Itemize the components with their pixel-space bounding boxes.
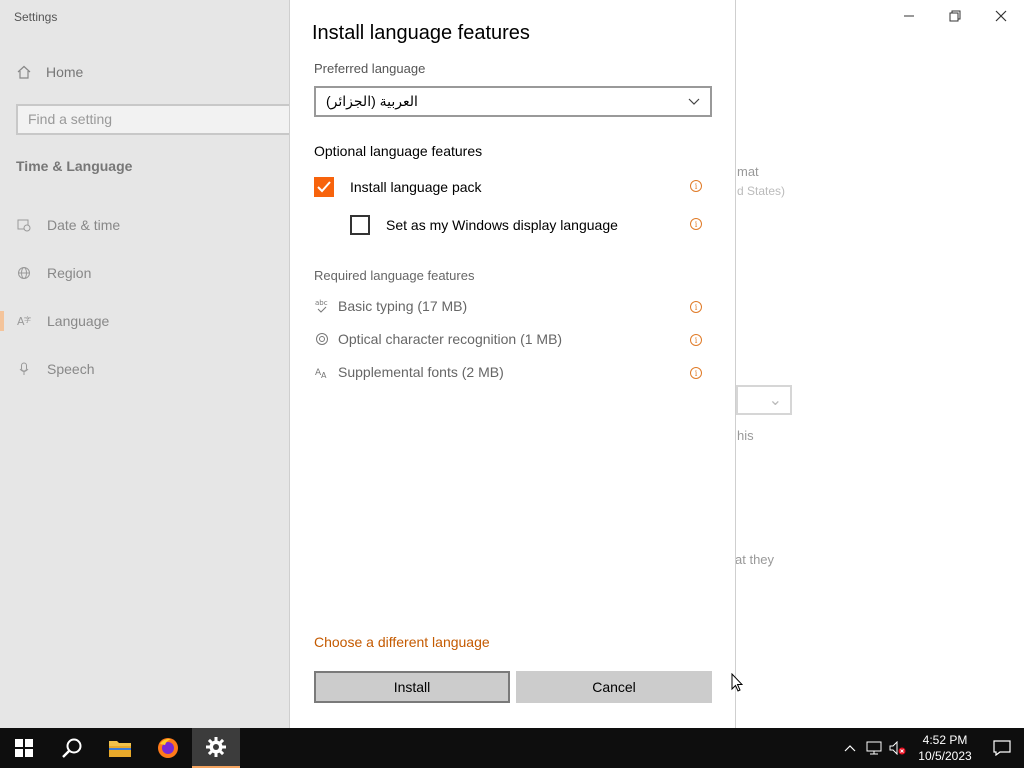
nav-home[interactable]: Home xyxy=(16,64,83,80)
app-title: Settings xyxy=(14,10,58,24)
mouse-cursor-icon xyxy=(731,673,743,692)
sidebar-item-label: Speech xyxy=(47,361,95,377)
nav-home-label: Home xyxy=(46,64,84,80)
bg-atthey-fragment: at they xyxy=(735,552,775,567)
required-item-label: Optical character recognition (1 MB) xyxy=(338,331,563,347)
display-language-label: Set as my Windows display language xyxy=(386,217,618,233)
bg-dropdown: ⌄ xyxy=(736,385,792,415)
checkbox-checked[interactable] xyxy=(314,177,334,197)
sidebar-item-date-time[interactable]: Date & time xyxy=(0,205,289,245)
required-item-basic-typing: abc Basic typing (17 MB) xyxy=(314,298,467,314)
search-icon xyxy=(62,738,82,758)
settings-sidebar: Settings Home Find a setting Time & Lang… xyxy=(0,0,306,728)
svg-text:abc: abc xyxy=(315,299,328,307)
dialog-title: Install language features xyxy=(312,22,530,44)
globe-icon xyxy=(16,266,32,280)
show-hidden-icons-button[interactable] xyxy=(838,728,862,768)
install-language-pack-checkbox[interactable]: Install language pack xyxy=(314,177,482,197)
minimize-button[interactable] xyxy=(886,0,932,32)
checkmark-icon xyxy=(317,181,331,193)
close-button[interactable] xyxy=(978,0,1024,32)
chevron-down-icon: ⌄ xyxy=(768,392,782,409)
sidebar-item-label: Date & time xyxy=(47,217,121,233)
taskbar: 4:52 PM 10/5/2023 xyxy=(0,728,1024,768)
windows-logo-icon xyxy=(15,739,33,757)
required-item-label: Supplemental fonts (2 MB) xyxy=(338,364,504,380)
calendar-clock-icon xyxy=(16,218,32,232)
bg-this-fragment: his xyxy=(737,428,754,443)
bg-format-fragment: mat xyxy=(737,164,759,179)
cancel-button[interactable]: Cancel xyxy=(516,671,712,703)
info-icon[interactable]: i xyxy=(690,180,702,192)
firefox-icon xyxy=(158,738,178,758)
typing-icon: abc xyxy=(314,298,330,314)
search-input[interactable]: Find a setting xyxy=(16,104,306,135)
taskbar-clock[interactable]: 4:52 PM 10/5/2023 xyxy=(910,732,980,764)
volume-muted-icon xyxy=(889,741,906,755)
sidebar-item-speech[interactable]: Speech xyxy=(0,349,289,389)
install-language-dialog: Install language features Preferred lang… xyxy=(289,0,743,728)
chevron-up-icon xyxy=(844,745,856,752)
svg-text:A: A xyxy=(321,371,327,379)
clock-date: 10/5/2023 xyxy=(918,749,972,763)
required-features-label: Required language features xyxy=(314,268,475,283)
gear-icon xyxy=(206,737,226,757)
start-button[interactable] xyxy=(0,728,48,768)
clock-time: 4:52 PM xyxy=(922,733,968,747)
restore-button[interactable] xyxy=(932,0,978,32)
microphone-icon xyxy=(16,362,32,376)
info-icon[interactable]: i xyxy=(690,218,702,230)
sidebar-item-label: Language xyxy=(47,313,110,329)
checkbox-unchecked[interactable] xyxy=(350,215,370,235)
required-item-ocr: Optical character recognition (1 MB) xyxy=(314,331,562,347)
info-icon[interactable]: i xyxy=(690,301,702,313)
system-tray: 4:52 PM 10/5/2023 xyxy=(838,728,1024,768)
sidebar-item-region[interactable]: Region xyxy=(0,253,289,293)
network-icon xyxy=(866,741,882,755)
bg-region-fragment: d States) xyxy=(737,184,786,198)
restore-icon xyxy=(949,10,961,22)
home-icon xyxy=(16,64,32,80)
folder-icon xyxy=(109,741,131,757)
optional-features-label: Optional language features xyxy=(314,143,483,159)
install-button[interactable]: Install xyxy=(314,671,510,703)
network-button[interactable] xyxy=(862,728,886,768)
info-icon[interactable]: i xyxy=(690,334,702,346)
minimize-icon xyxy=(904,15,914,17)
required-item-fonts: AA Supplemental fonts (2 MB) xyxy=(314,364,504,380)
search-placeholder: Find a setting xyxy=(28,111,113,127)
display-language-checkbox[interactable]: Set as my Windows display language xyxy=(350,215,618,235)
search-button[interactable] xyxy=(48,728,96,768)
close-icon xyxy=(995,10,1007,22)
info-icon[interactable]: i xyxy=(690,367,702,379)
settings-taskbar-button[interactable] xyxy=(192,728,240,768)
action-center-button[interactable] xyxy=(980,728,1024,768)
sidebar-item-label: Region xyxy=(47,265,92,281)
required-item-label: Basic typing (17 MB) xyxy=(338,298,468,314)
section-title: Time & Language xyxy=(16,158,133,174)
fonts-icon: AA xyxy=(314,365,330,379)
volume-button[interactable] xyxy=(886,728,910,768)
preferred-language-label: Preferred language xyxy=(314,61,426,76)
language-icon: A字 xyxy=(16,314,32,328)
choose-different-language-link[interactable]: Choose a different language xyxy=(314,634,490,650)
window-controls xyxy=(886,0,1024,32)
svg-text:字: 字 xyxy=(24,315,31,324)
chevron-down-icon xyxy=(688,95,700,109)
file-explorer-button[interactable] xyxy=(96,728,144,768)
install-language-pack-label: Install language pack xyxy=(350,179,482,195)
preferred-language-select[interactable]: العربية (الجزائر) xyxy=(314,86,712,117)
ocr-icon xyxy=(314,332,330,346)
preferred-language-value: العربية (الجزائر) xyxy=(326,93,418,109)
firefox-button[interactable] xyxy=(144,728,192,768)
sidebar-item-language[interactable]: A字 Language xyxy=(0,301,289,341)
notification-icon xyxy=(993,740,1011,756)
